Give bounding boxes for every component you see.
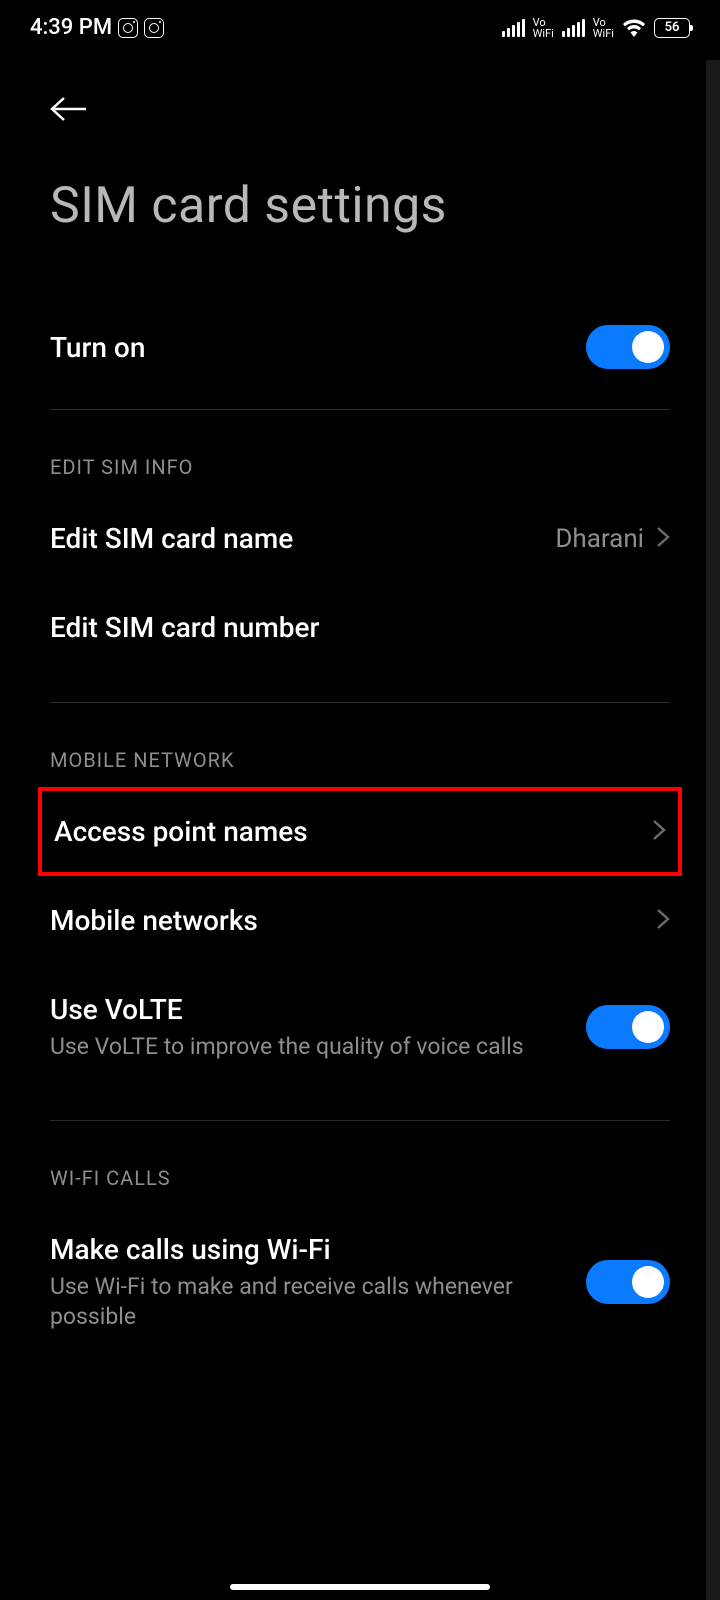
battery-icon: 56	[654, 18, 690, 38]
vowifi-label: VoWiFi	[533, 17, 554, 39]
signal-icon	[562, 19, 585, 37]
home-indicator[interactable]	[230, 1584, 490, 1590]
chevron-right-icon	[656, 526, 670, 552]
signal-icon	[502, 19, 525, 37]
edit-sim-name-label: Edit SIM card name	[50, 522, 555, 555]
scrollbar-track	[706, 60, 720, 1600]
turn-on-row[interactable]: Turn on	[50, 245, 670, 409]
highlight-annotation: Access point names	[38, 787, 682, 876]
page-title: SIM card settings	[50, 177, 670, 235]
status-bar: 4:39 PM VoWiFi VoWiFi 56	[0, 0, 720, 55]
status-right: VoWiFi VoWiFi 56	[502, 16, 690, 40]
section-edit-sim-info: EDIT SIM INFO	[50, 410, 670, 494]
wifi-icon	[622, 16, 646, 40]
apn-label: Access point names	[54, 815, 652, 848]
edit-sim-name-row[interactable]: Edit SIM card name Dharani	[50, 494, 670, 583]
status-left: 4:39 PM	[30, 15, 164, 40]
volte-row[interactable]: Use VoLTE Use VoLTE to improve the quali…	[50, 965, 670, 1090]
apn-row[interactable]: Access point names	[54, 791, 666, 872]
chevron-right-icon	[656, 908, 670, 934]
back-button[interactable]	[50, 95, 88, 127]
section-wifi-calls: WI-FI CALLS	[50, 1121, 670, 1205]
vowifi-label: VoWiFi	[593, 17, 614, 39]
section-mobile-network: MOBILE NETWORK	[50, 703, 670, 787]
volte-toggle[interactable]	[586, 1005, 670, 1049]
wifi-calls-row[interactable]: Make calls using Wi-Fi Use Wi-Fi to make…	[50, 1205, 670, 1360]
page-header: SIM card settings	[0, 55, 720, 245]
instagram-icon	[144, 18, 164, 38]
turn-on-label: Turn on	[50, 331, 586, 364]
edit-sim-number-label: Edit SIM card number	[50, 611, 670, 644]
mobile-networks-label: Mobile networks	[50, 904, 656, 937]
volte-subtitle: Use VoLTE to improve the quality of voic…	[50, 1032, 586, 1062]
settings-list: Turn on EDIT SIM INFO Edit SIM card name…	[0, 245, 720, 1360]
wifi-calls-label: Make calls using Wi-Fi	[50, 1233, 586, 1266]
chevron-right-icon	[652, 819, 666, 845]
instagram-icon	[118, 18, 138, 38]
wifi-calls-subtitle: Use Wi-Fi to make and receive calls when…	[50, 1272, 586, 1332]
edit-sim-number-row[interactable]: Edit SIM card number	[50, 583, 670, 672]
status-time: 4:39 PM	[30, 15, 112, 40]
volte-label: Use VoLTE	[50, 993, 586, 1026]
mobile-networks-row[interactable]: Mobile networks	[50, 876, 670, 965]
battery-level: 56	[665, 20, 680, 35]
turn-on-toggle[interactable]	[586, 325, 670, 369]
edit-sim-name-value: Dharani	[555, 524, 644, 554]
wifi-calls-toggle[interactable]	[586, 1260, 670, 1304]
